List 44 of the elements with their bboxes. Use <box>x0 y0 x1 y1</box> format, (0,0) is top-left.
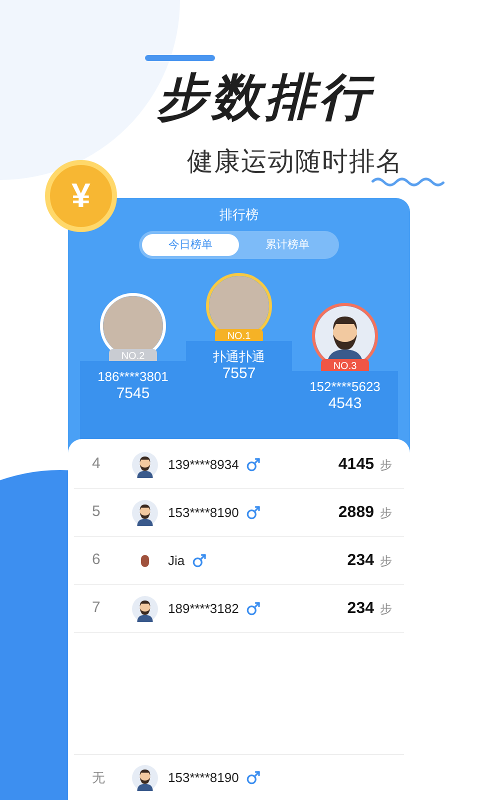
step-count: 234 <box>347 598 374 618</box>
board-title: 排行榜 <box>218 206 260 224</box>
coin-drawing: ¥ <box>45 160 117 232</box>
step-unit: 步 <box>380 552 392 570</box>
podium-name: 186****3801 <box>98 369 168 385</box>
step-unit: 步 <box>380 456 392 474</box>
step-unit: 步 <box>380 600 392 618</box>
step-count: 234 <box>347 550 374 570</box>
podium-name: 扑通扑通 <box>213 349 265 365</box>
male-icon <box>244 504 261 520</box>
headline-subtitle: 健康运动随时排名 <box>187 145 403 177</box>
avatar-person-icon <box>132 764 158 790</box>
step-unit: 步 <box>380 504 392 522</box>
ranking-row[interactable]: 5 153****8190 2889 步 <box>74 489 404 537</box>
male-icon <box>190 552 207 568</box>
avatar-person-icon <box>132 452 158 478</box>
podium-steps: 7557 <box>222 365 256 383</box>
step-count: 2889 <box>338 502 374 522</box>
headline-title: 步数排行 <box>157 68 376 127</box>
male-icon <box>244 456 261 472</box>
avatar-person-icon <box>132 596 158 622</box>
podium-steps: 7545 <box>116 385 150 403</box>
user-name: 189****3182 <box>168 600 239 618</box>
male-icon <box>244 770 261 786</box>
rank-number: 无 <box>92 768 106 787</box>
user-name: Jia <box>168 552 185 570</box>
avatar-placeholder <box>141 554 149 566</box>
rank-number: 4 <box>92 454 102 474</box>
step-count: 4145 <box>338 454 374 474</box>
wave-icon <box>370 176 448 188</box>
rank-number: 7 <box>92 598 102 618</box>
rank-number: 5 <box>92 502 102 522</box>
podium-steps: 4543 <box>328 395 362 413</box>
ranking-row[interactable]: 7 189****3182 234 步 <box>74 585 404 633</box>
user-name: 139****8934 <box>168 456 239 474</box>
user-name: 153****8190 <box>168 504 239 522</box>
user-name: 153****8190 <box>168 768 239 787</box>
rank-number: 6 <box>92 550 102 570</box>
ranking-row[interactable]: 4 139****8934 4145 步 <box>74 441 404 489</box>
male-icon <box>244 600 261 616</box>
accent-bar <box>145 55 215 61</box>
avatar-person-icon <box>132 500 158 526</box>
ranking-row[interactable]: 6 Jia 234 步 <box>74 537 404 585</box>
podium-name: 152****5623 <box>310 379 380 395</box>
